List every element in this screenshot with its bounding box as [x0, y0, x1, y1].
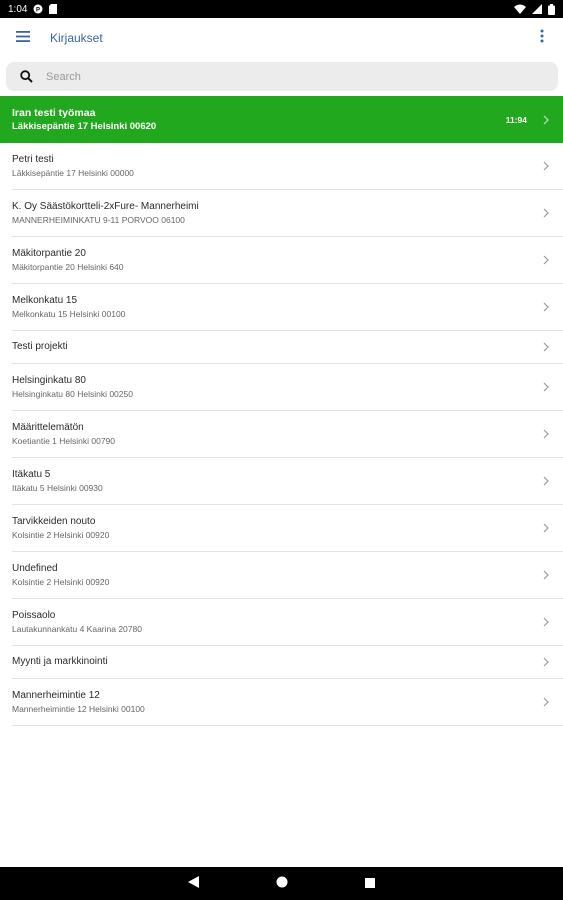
list-item-texts: Määrittelemätön Koetiantie 1 Helsinki 00…	[12, 421, 541, 448]
system-nav-bar	[0, 867, 563, 900]
active-item-texts: Iran testi työmaa Läkkisepäntie 17 Helsi…	[12, 106, 506, 134]
status-left: 1:04 P	[8, 3, 58, 15]
list-item-subtitle: Itäkatu 5 Helsinki 00930	[12, 482, 103, 493]
chevron-right-icon	[541, 427, 551, 441]
list-item-texts: Itäkatu 5 Itäkatu 5 Helsinki 00930	[12, 468, 541, 495]
list-item-title: Itäkatu 5	[12, 468, 51, 480]
list-item-subtitle: Kolsintie 2 Helsinki 00920	[12, 529, 110, 540]
overflow-menu-button[interactable]	[533, 27, 551, 49]
nav-recents-button[interactable]	[362, 876, 378, 892]
list-item-subtitle: Lautakunnankatu 4 Kaarina 20780	[12, 623, 142, 634]
nav-back-button[interactable]	[186, 875, 202, 893]
search-bar	[6, 62, 558, 91]
list-item[interactable]: K. Oy Säästökortteli-2xFure- Mannerheimi…	[12, 190, 563, 237]
home-icon	[276, 875, 288, 893]
list-item[interactable]: Poissaolo Lautakunnankatu 4 Kaarina 2078…	[12, 599, 563, 646]
chevron-right-icon	[541, 340, 551, 354]
list-item-subtitle: Läkkisepäntie 17 Helsinki 00000	[12, 167, 134, 178]
list-item-texts: Petri testi Läkkisepäntie 17 Helsinki 00…	[12, 153, 541, 180]
list-item-subtitle: Koetiantie 1 Helsinki 00790	[12, 435, 116, 446]
list-item[interactable]: Testi projekti	[12, 331, 563, 364]
chevron-right-icon	[541, 568, 551, 582]
list-item-subtitle: MANNERHEIMINKATU 9-11 PORVOO 06100	[12, 214, 185, 225]
list-item-texts: Melkonkatu 15 Melkonkatu 15 Helsinki 001…	[12, 294, 541, 321]
list-item-title: Petri testi	[12, 153, 54, 165]
list-item-title: Myynti ja markkinointi	[12, 656, 108, 667]
list-item[interactable]: Melkonkatu 15 Melkonkatu 15 Helsinki 001…	[12, 284, 563, 331]
list-item-title: K. Oy Säästökortteli-2xFure- Mannerheimi	[12, 200, 199, 212]
chevron-right-icon	[541, 300, 551, 314]
list-item-title: Testi projekti	[12, 341, 68, 352]
active-item-title: Iran testi työmaa	[12, 106, 96, 119]
list-item-subtitle: Mannerheimintie 12 Helsinki 00100	[12, 703, 145, 714]
list-item[interactable]: Petri testi Läkkisepäntie 17 Helsinki 00…	[12, 143, 563, 190]
menu-button[interactable]	[12, 27, 34, 49]
list-item-texts: Tarvikkeiden nouto Kolsintie 2 Helsinki …	[12, 515, 541, 542]
chevron-right-icon	[541, 655, 551, 669]
chevron-right-icon	[541, 615, 551, 629]
list-item-subtitle: Melkonkatu 15 Helsinki 00100	[12, 308, 126, 319]
list-item[interactable]: Määrittelemätön Koetiantie 1 Helsinki 00…	[12, 411, 563, 458]
app-notification-icon: P	[33, 4, 43, 14]
list-item-title: Helsinginkatu 80	[12, 374, 86, 386]
active-item-subtitle: Läkkisepäntie 17 Helsinki 00620	[12, 120, 157, 132]
status-bar: 1:04 P	[0, 0, 563, 18]
list-item-subtitle: Mäkitorpantie 20 Helsinki 640	[12, 261, 124, 272]
search-input[interactable]	[46, 62, 558, 91]
list-item-title: Undefined	[12, 562, 58, 574]
work-site-list: Petri testi Läkkisepäntie 17 Helsinki 00…	[12, 143, 563, 726]
list-item-title: Melkonkatu 15	[12, 294, 78, 306]
status-right	[514, 3, 555, 15]
list-item-texts: Undefined Kolsintie 2 Helsinki 00920	[12, 562, 541, 589]
chevron-right-icon	[541, 159, 551, 173]
search-box[interactable]	[6, 62, 558, 91]
sd-card-icon	[49, 4, 58, 14]
list-item-subtitle: Kolsintie 2 Helsinki 00920	[12, 576, 110, 587]
list-item-title: Mäkitorpantie 20	[12, 247, 86, 259]
recents-icon	[364, 875, 375, 893]
list-item-texts: Poissaolo Lautakunnankatu 4 Kaarina 2078…	[12, 609, 541, 636]
chevron-right-icon	[541, 253, 551, 267]
status-time: 1:04	[8, 3, 28, 15]
more-vert-icon	[540, 29, 544, 48]
chevron-right-icon	[541, 206, 551, 220]
list-item-texts: K. Oy Säästökortteli-2xFure- Mannerheimi…	[12, 200, 541, 227]
wifi-icon	[514, 4, 526, 14]
page-title: Kirjaukset	[50, 31, 103, 45]
list-item-subtitle: Helsinginkatu 80 Helsinki 00250	[12, 388, 133, 399]
signal-icon	[532, 4, 542, 14]
list-item[interactable]: Tarvikkeiden nouto Kolsintie 2 Helsinki …	[12, 505, 563, 552]
chevron-right-icon	[541, 380, 551, 394]
list-item-texts: Myynti ja markkinointi	[12, 655, 541, 669]
chevron-right-icon	[541, 521, 551, 535]
chevron-right-icon	[541, 695, 551, 709]
chevron-right-icon	[541, 113, 551, 127]
list-item-texts: Mäkitorpantie 20 Mäkitorpantie 20 Helsin…	[12, 247, 541, 274]
list-item-title: Mannerheimintie 12	[12, 689, 100, 701]
list-item[interactable]: Mäkitorpantie 20 Mäkitorpantie 20 Helsin…	[12, 237, 563, 284]
list-item[interactable]: Mannerheimintie 12 Mannerheimintie 12 He…	[12, 679, 563, 726]
active-item-time: 11:94	[505, 114, 527, 125]
active-list-item[interactable]: Iran testi työmaa Läkkisepäntie 17 Helsi…	[0, 96, 563, 143]
svg-text:P: P	[36, 8, 40, 14]
menu-icon	[16, 29, 30, 47]
battery-icon	[548, 3, 555, 15]
list-item-title: Poissaolo	[12, 609, 56, 621]
list-item[interactable]: Undefined Kolsintie 2 Helsinki 00920	[12, 552, 563, 599]
list-item-title: Määrittelemätön	[12, 421, 84, 433]
list-item-texts: Helsinginkatu 80 Helsinginkatu 80 Helsin…	[12, 374, 541, 401]
list-item[interactable]: Myynti ja markkinointi	[12, 646, 563, 679]
nav-home-button[interactable]	[274, 876, 290, 892]
search-icon	[18, 69, 34, 85]
list-item-title: Tarvikkeiden nouto	[12, 515, 96, 527]
list-item-texts: Mannerheimintie 12 Mannerheimintie 12 He…	[12, 689, 541, 716]
list-item[interactable]: Helsinginkatu 80 Helsinginkatu 80 Helsin…	[12, 364, 563, 411]
list-item-texts: Testi projekti	[12, 340, 541, 354]
chevron-right-icon	[541, 474, 551, 488]
app-bar: Kirjaukset	[0, 18, 563, 58]
back-icon	[188, 875, 199, 893]
list-item[interactable]: Itäkatu 5 Itäkatu 5 Helsinki 00930	[12, 458, 563, 505]
